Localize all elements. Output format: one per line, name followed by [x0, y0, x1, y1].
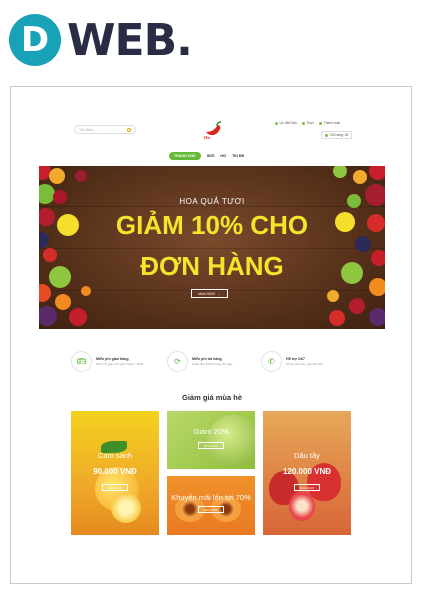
feature-desc: Miễn phí giao cho đơn hàng > 300k — [96, 362, 144, 366]
feature-desc: Hỗ trợ tận tâm, giải đáp 24h — [286, 362, 324, 366]
card-shop-button[interactable]: MUA NGAY — [294, 484, 320, 491]
top-link-menu[interactable]: Thực — [301, 121, 314, 125]
card-label: Khuyến mãi lên tới 70% — [171, 493, 251, 502]
feature-free-return: ⟳ Miễn phí trả hàng Hoàn tiền 100% trong… — [167, 351, 233, 372]
cart-button[interactable]: Giỏ hàng: 0đ — [321, 131, 353, 139]
card-price: 120.000 VNĐ — [282, 467, 332, 476]
promo-card-strawberry[interactable]: Dâu tây 120.000 VNĐ MUA NGAY — [263, 411, 351, 535]
top-link-checkout[interactable]: Thanh toán — [319, 121, 340, 125]
website-preview-frame: Tìm kiếm... Hot Ưu đãi Dịch Thực Thanh t… — [10, 86, 412, 584]
card-label: Dâu tây — [294, 451, 320, 460]
feature-title: Hỗ trợ 24/7 — [286, 357, 305, 361]
fruit-image — [327, 290, 339, 302]
search-icon[interactable] — [127, 127, 131, 132]
fruit-image — [349, 298, 365, 314]
fruit-image — [55, 294, 71, 310]
top-link-offers[interactable]: Ưu đãi Dịch — [275, 121, 297, 125]
promo-card-guava[interactable]: Giảm 20% MUA NGAY — [167, 411, 255, 469]
refresh-icon: ⟳ — [167, 351, 188, 372]
guava-fruit-image — [207, 415, 255, 467]
phone-icon: ✆ — [261, 351, 282, 372]
nav-item-products[interactable]: HỢ — [220, 154, 226, 158]
hero-title-line1: GIẢM 10% CHO — [115, 210, 309, 240]
website-preview: Tìm kiếm... Hot Ưu đãi Dịch Thực Thanh t… — [39, 115, 385, 555]
hero-subtitle: HOA QUẢ TƯƠI — [179, 197, 245, 206]
hero-banner: HOA QUẢ TƯƠI GIẢM 10% CHO ĐƠN HÀNG MUA N… — [39, 166, 385, 329]
fruit-image — [69, 308, 87, 326]
brand-text: WEB. — [67, 14, 193, 66]
fruit-image — [333, 166, 347, 178]
feature-free-shipping: 🚌︎ Miễn phí giao hàng Miễn phí giao cho … — [71, 351, 143, 372]
fruit-image — [353, 170, 367, 184]
feature-title: Miễn phí trả hàng — [192, 357, 222, 361]
fruit-image — [369, 166, 385, 180]
card-label: Giảm 20% — [193, 427, 229, 436]
orange-slice-image — [111, 493, 141, 523]
section-title: Giảm giá mùa hè — [181, 393, 243, 402]
fruit-image — [39, 306, 57, 326]
cart-label: Giỏ hàng: 0đ — [329, 133, 349, 137]
arrow-right-icon: → — [217, 291, 221, 296]
nav-item-news[interactable]: TIN ĐB — [232, 154, 244, 158]
fruit-image — [81, 286, 91, 296]
search-input[interactable]: Tìm kiếm... — [74, 125, 136, 134]
card-shop-button[interactable]: MUA NGAY — [198, 506, 224, 513]
top-links: Ưu đãi Dịch Thực Thanh toán — [275, 121, 340, 125]
fruit-image — [49, 168, 65, 184]
feature-desc: Hoàn tiền 100% trong 30 ngày — [192, 362, 233, 366]
nav-item-about[interactable]: GIỚI — [207, 154, 215, 158]
promo-card-orange[interactable]: Cam sành 90.000 VNĐ MUA NGAY — [71, 411, 159, 535]
search-placeholder: Tìm kiếm... — [79, 127, 96, 132]
fruit-image — [369, 308, 385, 326]
fruit-image — [329, 310, 345, 326]
bus-icon: 🚌︎ — [71, 351, 92, 372]
fruit-image — [39, 284, 51, 302]
fruit-image — [75, 170, 87, 182]
card-price: 90.000 VNĐ — [93, 467, 137, 476]
logo-text: Hot — [204, 135, 211, 140]
card-label: Cam sành — [97, 451, 133, 460]
brand-badge: D — [9, 14, 61, 66]
nav-item-home[interactable]: TRANG CHỦ — [169, 152, 201, 160]
brand-logo: D WEB. — [9, 12, 193, 68]
feature-support: ✆ Hỗ trợ 24/7 Hỗ trợ tận tâm, giải đáp 2… — [261, 351, 323, 372]
hero-shop-button[interactable]: MUA NGAY → — [191, 289, 228, 298]
card-shop-button[interactable]: MUA NGAY — [198, 442, 224, 449]
strawberry-slice-image — [289, 491, 315, 521]
hero-button-label: MUA NGAY — [198, 291, 216, 296]
card-shop-button[interactable]: MUA NGAY — [102, 484, 128, 491]
promo-card-apricot[interactable]: Khuyến mãi lên tới 70% MUA NGAY — [167, 476, 255, 535]
feature-title: Miễn phí giao hàng — [96, 357, 129, 361]
main-nav: TRANG CHỦ GIỚI HỢ TIN ĐB — [169, 152, 244, 160]
hero-title-line2: ĐƠN HÀNG — [140, 251, 284, 281]
cart-icon — [325, 133, 328, 137]
